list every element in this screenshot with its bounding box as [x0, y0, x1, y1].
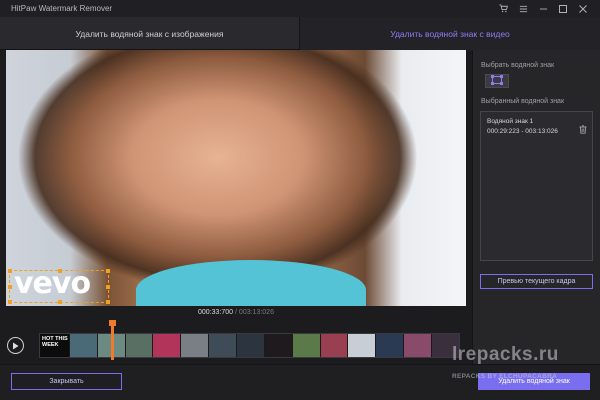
- time-readout: 000:33:700 / 003:13:026: [6, 309, 466, 316]
- select-watermark-button[interactable]: [485, 74, 509, 88]
- resize-handle[interactable]: [58, 300, 62, 304]
- timeline-thumbnail: [292, 334, 321, 357]
- mode-tabs: Удалить водяной знак с изображения Удали…: [0, 17, 600, 50]
- site-watermark-subtitle: REPACKS BY ELCHUPACABRA: [452, 373, 558, 380]
- watermark-name: Водяной знак 1: [487, 118, 534, 125]
- play-button[interactable]: [7, 337, 24, 354]
- preview-current-frame-button[interactable]: Превью текущего кадра: [480, 274, 593, 289]
- timeline-thumbnail: [348, 334, 377, 357]
- window-controls: [492, 0, 600, 17]
- tab-remove-from-image[interactable]: Удалить водяной знак с изображения: [0, 17, 300, 50]
- resize-handle[interactable]: [8, 269, 12, 273]
- play-icon: [12, 337, 19, 355]
- menu-icon[interactable]: [514, 0, 532, 17]
- app-title: HitPaw Watermark Remover: [11, 4, 113, 13]
- timeline-thumbnail: [404, 334, 433, 357]
- resize-handle[interactable]: [8, 285, 12, 289]
- timeline-thumbnail: [69, 334, 98, 357]
- timeline-thumbnail: [153, 334, 182, 357]
- tab-remove-from-video[interactable]: Удалить водяной знак с видео: [300, 17, 600, 50]
- title-bar: HitPaw Watermark Remover: [0, 0, 600, 17]
- watermark-panel: Выбрать водяной знак Выбранный водяной з…: [472, 50, 600, 364]
- site-watermark: lrepacks.ru: [452, 344, 559, 365]
- timeline-thumbnail: HOT THIS WEEK: [40, 334, 70, 357]
- selected-watermark-label: Выбранный водяной знак: [481, 98, 565, 105]
- minimize-icon[interactable]: [534, 0, 552, 17]
- watermark-time-range: 000:29:223 - 003:13:026: [487, 128, 558, 135]
- close-button[interactable]: Закрывать: [11, 373, 122, 390]
- watermark-list-item[interactable]: Водяной знак 1 000:29:223 - 003:13:026: [480, 111, 593, 261]
- selection-tool-icon: [491, 72, 503, 90]
- timeline-thumbnail: [125, 334, 154, 357]
- resize-handle[interactable]: [106, 285, 110, 289]
- time-separator: /: [235, 309, 237, 316]
- timeline-thumbnail: [376, 334, 405, 357]
- current-time: 000:33:700: [198, 309, 234, 316]
- timeline-playhead[interactable]: [108, 320, 116, 360]
- footer-bar: Закрывать Удалить водяной знак: [0, 364, 600, 400]
- timeline-thumbnail: [181, 334, 210, 357]
- timeline-thumbnail: [209, 334, 238, 357]
- total-time: 003:13:026: [238, 309, 274, 316]
- timeline-strip[interactable]: HOT THIS WEEK: [39, 333, 460, 358]
- watermark-selection-box[interactable]: [8, 269, 110, 304]
- resize-handle[interactable]: [106, 269, 110, 273]
- trash-icon[interactable]: [579, 121, 587, 139]
- cart-icon[interactable]: [494, 0, 512, 17]
- resize-handle[interactable]: [8, 300, 12, 304]
- close-icon[interactable]: [574, 0, 592, 17]
- resize-handle[interactable]: [106, 300, 110, 304]
- timeline-thumbnail: [320, 334, 349, 357]
- select-watermark-label: Выбрать водяной знак: [481, 62, 555, 69]
- timeline-thumbnail: [264, 334, 293, 357]
- maximize-icon[interactable]: [554, 0, 572, 17]
- video-frame-content: [136, 260, 366, 306]
- resize-handle[interactable]: [58, 269, 62, 273]
- timeline-thumbnail: [237, 334, 265, 357]
